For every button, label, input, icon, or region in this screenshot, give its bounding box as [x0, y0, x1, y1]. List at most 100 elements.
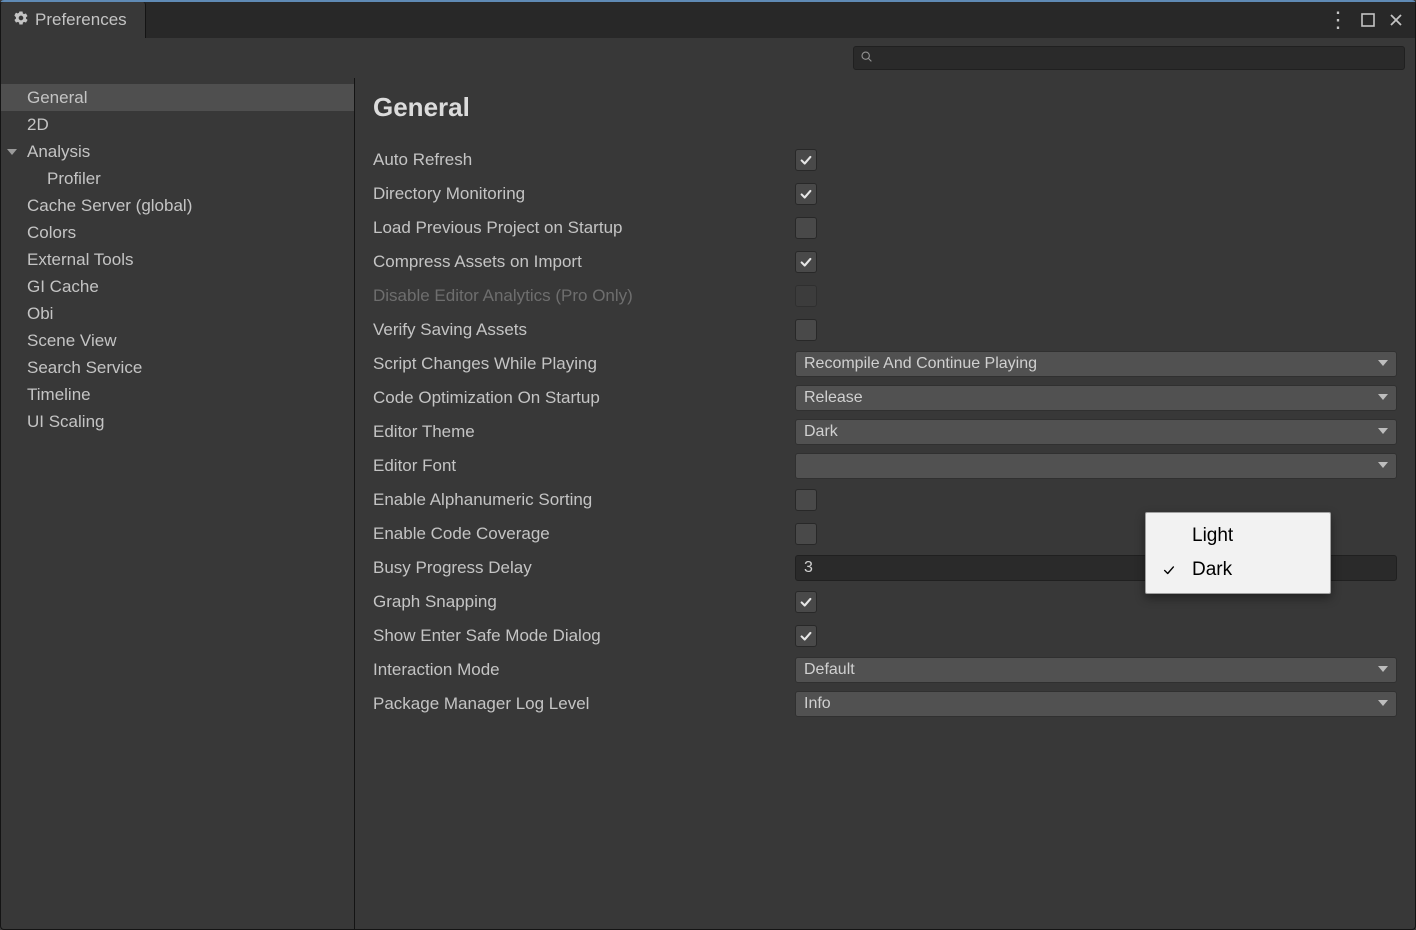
checkbox[interactable] [795, 251, 817, 273]
field-row: Package Manager Log Level Info [373, 687, 1397, 721]
field-label: Enable Code Coverage [373, 524, 795, 544]
sidebar-item-obi[interactable]: Obi [1, 300, 354, 327]
dropdown[interactable]: Release [795, 385, 1397, 411]
field-label: Code Optimization On Startup [373, 388, 795, 408]
field-label: Compress Assets on Import [373, 252, 795, 272]
dropdown-option-dark[interactable]: Dark [1146, 553, 1330, 587]
checkbox[interactable] [795, 217, 817, 239]
chevron-down-icon [1378, 423, 1388, 441]
field-label: Disable Editor Analytics (Pro Only) [373, 286, 795, 306]
chevron-down-icon [1378, 355, 1388, 373]
tab-title: Preferences [35, 10, 127, 30]
checkbox[interactable] [795, 183, 817, 205]
field-row: Load Previous Project on Startup [373, 211, 1397, 245]
chevron-down-icon [1378, 389, 1388, 407]
field-label: Show Enter Safe Mode Dialog [373, 626, 795, 646]
gear-icon [13, 10, 29, 31]
search-input[interactable] [879, 50, 1398, 66]
dropdown-option-label: Light [1192, 525, 1233, 547]
field-row: Script Changes While Playing Recompile An… [373, 347, 1397, 381]
sidebar-item-scene-view[interactable]: Scene View [1, 327, 354, 354]
sidebar-item-label: Scene View [27, 331, 116, 351]
sidebar: General 2D Analysis Profiler Cache Server (g… [1, 78, 355, 929]
preferences-window: Preferences ⋮ General 2D Analysis Profiler C… [0, 0, 1416, 930]
sidebar-item-label: Profiler [47, 169, 101, 189]
dropdown-value: Dark [804, 423, 838, 441]
sidebar-item-label: Colors [27, 223, 76, 243]
sidebar-item-analysis[interactable]: Analysis [1, 138, 354, 165]
editor-theme-dropdown-menu: Light Dark [1145, 512, 1331, 594]
dropdown[interactable]: Info [795, 691, 1397, 717]
field-row: Disable Editor Analytics (Pro Only) [373, 279, 1397, 313]
field-label: Graph Snapping [373, 592, 795, 612]
field-row: Compress Assets on Import [373, 245, 1397, 279]
dropdown-value: Recompile And Continue Playing [804, 355, 1037, 373]
search-row [1, 38, 1415, 78]
dropdown-option-light[interactable]: Light [1146, 519, 1330, 553]
dropdown[interactable]: Dark [795, 419, 1397, 445]
sidebar-item-label: GI Cache [27, 277, 99, 297]
sidebar-item-label: Cache Server (global) [27, 196, 192, 216]
sidebar-item-ui-scaling[interactable]: UI Scaling [1, 408, 354, 435]
sidebar-item-general[interactable]: General [1, 84, 354, 111]
field-label: Auto Refresh [373, 150, 795, 170]
field-row: Show Enter Safe Mode Dialog [373, 619, 1397, 653]
tab-preferences[interactable]: Preferences [1, 2, 146, 38]
sidebar-item-label: Search Service [27, 358, 142, 378]
field-label: Verify Saving Assets [373, 320, 795, 340]
dropdown-value: Info [804, 695, 831, 713]
checkbox[interactable] [795, 319, 817, 341]
checkbox[interactable] [795, 489, 817, 511]
field-row: Editor Font [373, 449, 1397, 483]
sidebar-item-search-service[interactable]: Search Service [1, 354, 354, 381]
dropdown-option-label: Dark [1192, 559, 1232, 581]
field-row: Editor Theme Dark [373, 415, 1397, 449]
checkbox[interactable] [795, 149, 817, 171]
field-row: Auto Refresh [373, 143, 1397, 177]
sidebar-item-external-tools[interactable]: External Tools [1, 246, 354, 273]
field-label: Editor Font [373, 456, 795, 476]
chevron-down-icon [1378, 661, 1388, 679]
sidebar-item-label: 2D [27, 115, 49, 135]
sidebar-item-cache-server-global-[interactable]: Cache Server (global) [1, 192, 354, 219]
sidebar-item-label: Timeline [27, 385, 91, 405]
field-label: Interaction Mode [373, 660, 795, 680]
search-input-wrapper[interactable] [853, 46, 1405, 70]
sidebar-item-gi-cache[interactable]: GI Cache [1, 273, 354, 300]
dropdown[interactable]: Recompile And Continue Playing [795, 351, 1397, 377]
sidebar-item-colors[interactable]: Colors [1, 219, 354, 246]
close-icon[interactable] [1387, 11, 1405, 29]
chevron-down-icon [1378, 457, 1388, 475]
checkbox [795, 285, 817, 307]
page-title: General [373, 92, 1397, 123]
sidebar-item-label: Analysis [27, 142, 90, 162]
field-label: Directory Monitoring [373, 184, 795, 204]
dropdown[interactable]: Default [795, 657, 1397, 683]
sidebar-item-label: UI Scaling [27, 412, 104, 432]
maximize-icon[interactable] [1359, 11, 1377, 29]
field-label: Script Changes While Playing [373, 354, 795, 374]
field-label: Editor Theme [373, 422, 795, 442]
field-row: Verify Saving Assets [373, 313, 1397, 347]
checkbox[interactable] [795, 591, 817, 613]
sidebar-item-label: General [27, 88, 87, 108]
chevron-down-icon [1378, 695, 1388, 713]
search-icon [860, 48, 873, 68]
sidebar-item-label: External Tools [27, 250, 133, 270]
dropdown-value: Default [804, 661, 855, 679]
dropdown-value: Release [804, 389, 863, 407]
field-label: Busy Progress Delay [373, 558, 795, 578]
chevron-down-icon [7, 147, 21, 157]
checkbox[interactable] [795, 523, 817, 545]
sidebar-item-timeline[interactable]: Timeline [1, 381, 354, 408]
sidebar-item-profiler[interactable]: Profiler [1, 165, 354, 192]
checkmark-icon [1162, 563, 1192, 577]
checkbox[interactable] [795, 625, 817, 647]
window-controls: ⋮ [1317, 11, 1415, 29]
field-label: Load Previous Project on Startup [373, 218, 795, 238]
main-panel: General Auto Refresh Directory Monitoring… [355, 78, 1415, 929]
field-label: Enable Alphanumeric Sorting [373, 490, 795, 510]
dropdown[interactable] [795, 453, 1397, 479]
field-label: Package Manager Log Level [373, 694, 795, 714]
sidebar-item-2d[interactable]: 2D [1, 111, 354, 138]
